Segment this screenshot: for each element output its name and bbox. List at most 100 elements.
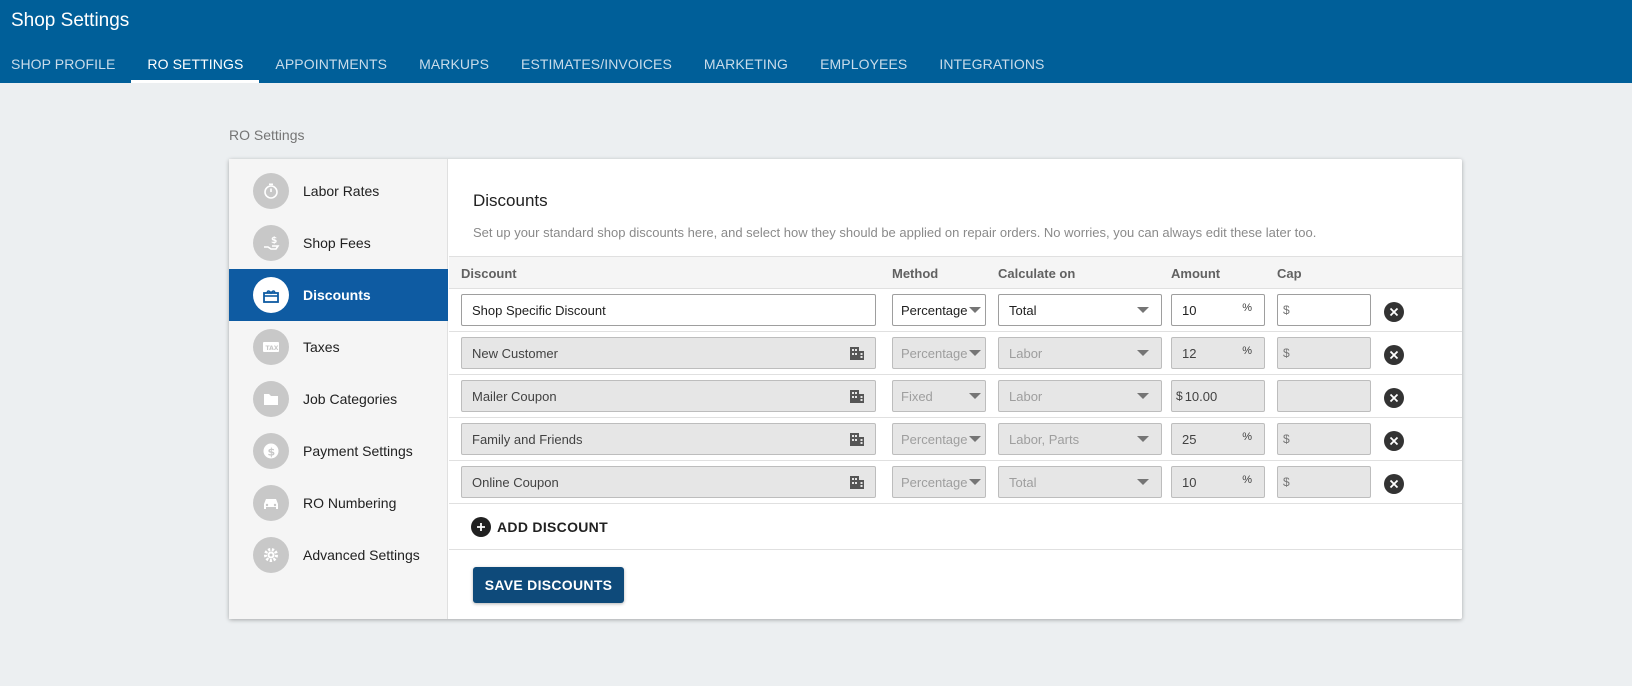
add-discount-label: ADD DISCOUNT	[497, 519, 608, 535]
discount-name-input[interactable]: Online Coupon	[461, 466, 876, 498]
dropdown-caret-icon	[969, 307, 981, 313]
calculate-on-select[interactable]: Labor	[998, 380, 1162, 412]
method-value: Percentage	[901, 302, 968, 318]
sidebar-item-label: Shop Fees	[303, 235, 371, 251]
settings-sidebar: Labor Rates $ Shop Fees Discounts TAX Ta…	[229, 159, 448, 619]
close-icon	[1389, 479, 1399, 489]
sidebar-item-advanced-settings[interactable]: Advanced Settings	[229, 529, 448, 581]
sidebar-item-taxes[interactable]: TAX Taxes	[229, 321, 448, 373]
calculate-on-select[interactable]: Labor, Parts	[998, 423, 1162, 455]
tab-marketing[interactable]: MARKETING	[688, 45, 804, 83]
table-row: Family and Friends Percentage Labor, Par…	[449, 418, 1462, 461]
amount-value: 10	[1182, 302, 1197, 318]
discount-name-input[interactable]: Shop Specific Discount	[461, 294, 876, 326]
discount-name-input[interactable]: Mailer Coupon	[461, 380, 876, 412]
dropdown-caret-icon	[1137, 393, 1149, 399]
add-discount-button[interactable]: ADD DISCOUNT	[471, 517, 608, 537]
calculate-on-select[interactable]: Total	[998, 294, 1162, 326]
percent-suffix: %	[1242, 345, 1252, 357]
method-select[interactable]: Percentage	[892, 423, 986, 455]
plus-icon	[471, 517, 491, 537]
sidebar-item-label: RO Numbering	[303, 495, 397, 511]
sidebar-item-discounts[interactable]: Discounts	[229, 269, 448, 321]
column-header-calculate-on: Calculate on	[998, 266, 1076, 281]
remove-discount-button[interactable]	[1384, 345, 1404, 365]
discount-name-input[interactable]: Family and Friends	[461, 423, 876, 455]
percent-suffix: %	[1242, 474, 1252, 486]
amount-value: 12	[1182, 345, 1197, 361]
tab-markups[interactable]: MARKUPS	[403, 45, 505, 83]
discount-name-input[interactable]: New Customer	[461, 337, 876, 369]
tab-employees[interactable]: EMPLOYEES	[804, 45, 923, 83]
cap-input[interactable]	[1277, 380, 1371, 412]
section-description: Set up your standard shop discounts here…	[473, 225, 1317, 240]
calculate-on-select[interactable]: Total	[998, 466, 1162, 498]
cap-input[interactable]: $	[1277, 423, 1371, 455]
amount-value: 10	[1182, 474, 1197, 490]
dropdown-caret-icon	[969, 436, 981, 442]
sidebar-item-label: Job Categories	[303, 391, 398, 407]
cap-dollar-prefix: $	[1283, 346, 1290, 360]
amount-input[interactable]: $10.00	[1171, 380, 1265, 412]
tab-appointments[interactable]: APPOINTMENTS	[259, 45, 403, 83]
method-select[interactable]: Percentage	[892, 294, 986, 326]
building-icon	[850, 347, 864, 360]
amount-value: 25	[1182, 431, 1197, 447]
method-value: Fixed	[901, 388, 933, 404]
cap-input[interactable]: $	[1277, 466, 1371, 498]
app-header: Shop Settings SHOP PROFILE RO SETTINGS A…	[0, 0, 1632, 83]
column-header-amount: Amount	[1171, 266, 1221, 281]
remove-discount-button[interactable]	[1384, 388, 1404, 408]
method-select[interactable]: Percentage	[892, 337, 986, 369]
remove-discount-button[interactable]	[1384, 431, 1404, 451]
settings-tabs: SHOP PROFILE RO SETTINGS APPOINTMENTS MA…	[0, 45, 1061, 83]
amount-input[interactable]: 25%	[1171, 423, 1265, 455]
tax-icon: TAX	[253, 329, 289, 365]
page-title: Shop Settings	[11, 10, 130, 31]
folder-icon	[253, 381, 289, 417]
method-value: Percentage	[901, 474, 968, 490]
dropdown-caret-icon	[1137, 436, 1149, 442]
gear-icon	[253, 537, 289, 573]
sidebar-item-ro-numbering[interactable]: RO Numbering	[229, 477, 448, 529]
section-title: Discounts	[473, 191, 548, 210]
tab-shop-profile[interactable]: SHOP PROFILE	[0, 45, 131, 83]
discount-name-value: Mailer Coupon	[472, 388, 557, 404]
sidebar-item-job-categories[interactable]: Job Categories	[229, 373, 448, 425]
column-header-cap: Cap	[1277, 266, 1302, 281]
close-icon	[1389, 307, 1399, 317]
remove-discount-button[interactable]	[1384, 302, 1404, 322]
sidebar-item-label: Taxes	[303, 339, 340, 355]
cap-input[interactable]: $	[1277, 294, 1371, 326]
amount-input[interactable]: 10%	[1171, 466, 1265, 498]
building-icon	[850, 433, 864, 446]
tab-ro-settings[interactable]: RO SETTINGS	[131, 45, 260, 83]
tab-integrations[interactable]: INTEGRATIONS	[923, 45, 1060, 83]
dropdown-caret-icon	[969, 393, 981, 399]
dropdown-caret-icon	[1137, 350, 1149, 356]
method-select[interactable]: Fixed	[892, 380, 986, 412]
amount-input[interactable]: 12%	[1171, 337, 1265, 369]
remove-discount-button[interactable]	[1384, 474, 1404, 494]
sidebar-item-payment-settings[interactable]: $ Payment Settings	[229, 425, 448, 477]
percent-suffix: %	[1242, 431, 1252, 443]
discount-name-value: Online Coupon	[472, 474, 559, 490]
amount-value: 10.00	[1184, 388, 1218, 404]
tab-estimates-invoices[interactable]: ESTIMATES/INVOICES	[505, 45, 688, 83]
calculate-on-select[interactable]: Labor	[998, 337, 1162, 369]
save-discounts-button[interactable]: SAVE DISCOUNTS	[473, 567, 624, 603]
dropdown-caret-icon	[969, 350, 981, 356]
calculate-on-value: Labor, Parts	[1009, 431, 1080, 447]
method-select[interactable]: Percentage	[892, 466, 986, 498]
calculate-on-value: Labor	[1009, 388, 1043, 404]
cap-input[interactable]: $	[1277, 337, 1371, 369]
sidebar-item-labor-rates[interactable]: Labor Rates	[229, 165, 448, 217]
dollar-icon: $	[253, 433, 289, 469]
stopwatch-icon	[253, 173, 289, 209]
table-row: Mailer Coupon Fixed Labor $10.00	[449, 375, 1462, 418]
amount-input[interactable]: 10%	[1171, 294, 1265, 326]
cap-dollar-prefix: $	[1283, 303, 1290, 317]
discount-name-value: Shop Specific Discount	[472, 302, 606, 318]
sidebar-item-shop-fees[interactable]: $ Shop Fees	[229, 217, 448, 269]
table-row: Shop Specific Discount Percentage Total …	[449, 289, 1462, 332]
